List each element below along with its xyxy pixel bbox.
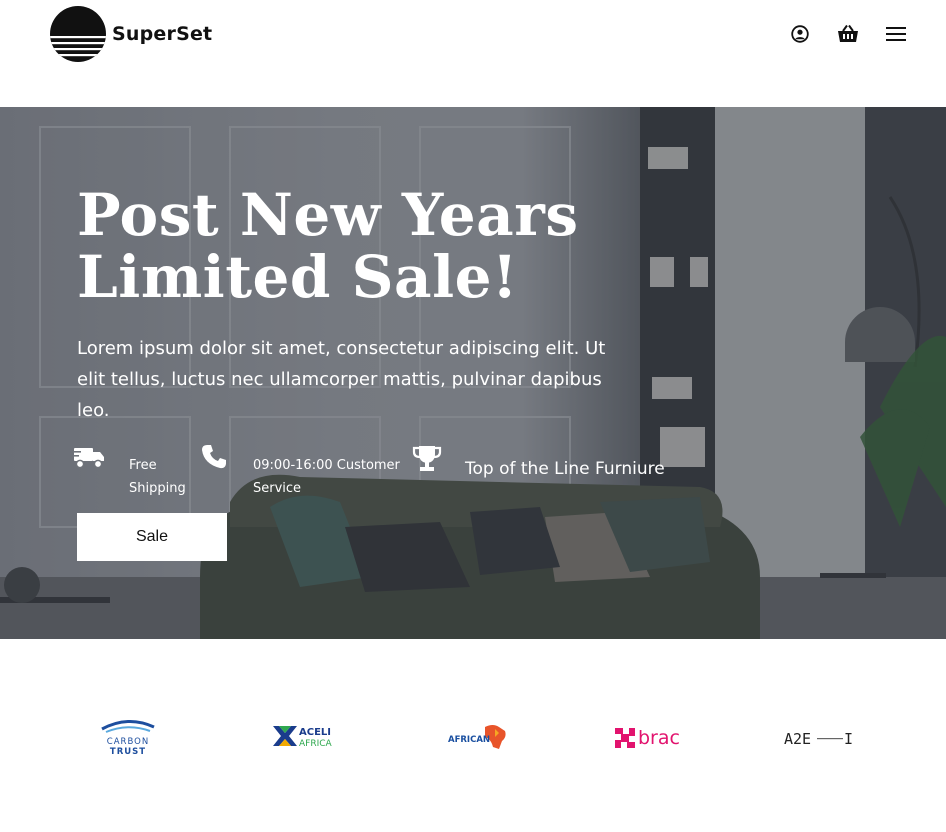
logo-mark-icon bbox=[50, 6, 106, 62]
partner-carbon-trust[interactable]: CARBON TRUST bbox=[98, 717, 158, 757]
a2e-label-end: I bbox=[844, 730, 853, 748]
a2e-label: A2E bbox=[784, 730, 811, 748]
truck-icon bbox=[73, 448, 104, 469]
hero-banner: Post New Years Limited Sale! Lorem ipsum… bbox=[0, 107, 946, 639]
feature-service: 09:00-16:00 Customer Service bbox=[253, 454, 413, 500]
hero-title: Post New Years Limited Sale! bbox=[77, 184, 637, 308]
partner-a2e[interactable]: A2E I bbox=[784, 728, 856, 750]
carbon-label-2: TRUST bbox=[110, 747, 146, 757]
feature-service-line1: 09:00-16:00 Customer bbox=[253, 458, 400, 473]
feature-service-line2: Service bbox=[253, 481, 302, 496]
hero-description: Lorem ipsum dolor sit amet, consectetur … bbox=[77, 338, 606, 421]
partner-african[interactable]: AFRICAN bbox=[447, 723, 509, 751]
aceli-label-2: AFRICA bbox=[299, 739, 333, 749]
trophy-icon bbox=[412, 446, 442, 471]
aceli-label-1: ACELI bbox=[299, 727, 331, 738]
hamburger-menu-icon[interactable] bbox=[884, 22, 908, 46]
hero-title-line2: Limited Sale! bbox=[77, 243, 519, 311]
brand-name: SuperSet bbox=[112, 23, 213, 45]
sale-button[interactable]: Sale bbox=[77, 513, 227, 561]
brac-logo: brac bbox=[615, 727, 680, 749]
feature-shipping-line1: Free bbox=[129, 458, 157, 473]
basket-icon[interactable] bbox=[836, 22, 860, 46]
feature-shipping: Free Shipping bbox=[129, 454, 209, 500]
brac-label: brac bbox=[638, 727, 680, 749]
african-label: AFRICAN bbox=[448, 735, 490, 745]
carbon-trust-logo: CARBON TRUST bbox=[101, 720, 155, 757]
african-logo: AFRICAN bbox=[448, 725, 506, 749]
a2e-logo: A2E I bbox=[784, 730, 853, 748]
partner-brac[interactable]: brac bbox=[613, 725, 683, 751]
feature-quality: Top of the Line Furniure bbox=[465, 459, 665, 479]
partner-aceli-africa[interactable]: ACELI AFRICA bbox=[271, 722, 341, 752]
hero-title-line1: Post New Years bbox=[77, 181, 579, 249]
partner-logos: CARBON TRUST ACELI AFRICA AFRICAN brac A… bbox=[0, 639, 946, 832]
carbon-label-1: CARBON bbox=[107, 737, 149, 747]
user-circle-icon[interactable] bbox=[788, 22, 812, 46]
header-actions bbox=[764, 22, 908, 46]
feature-shipping-line2: Shipping bbox=[129, 481, 186, 496]
phone-icon bbox=[202, 445, 226, 469]
aceli-africa-logo: ACELI AFRICA bbox=[273, 726, 333, 749]
brand-logo[interactable]: SuperSet bbox=[50, 6, 212, 62]
site-header: SuperSet bbox=[0, 0, 946, 107]
